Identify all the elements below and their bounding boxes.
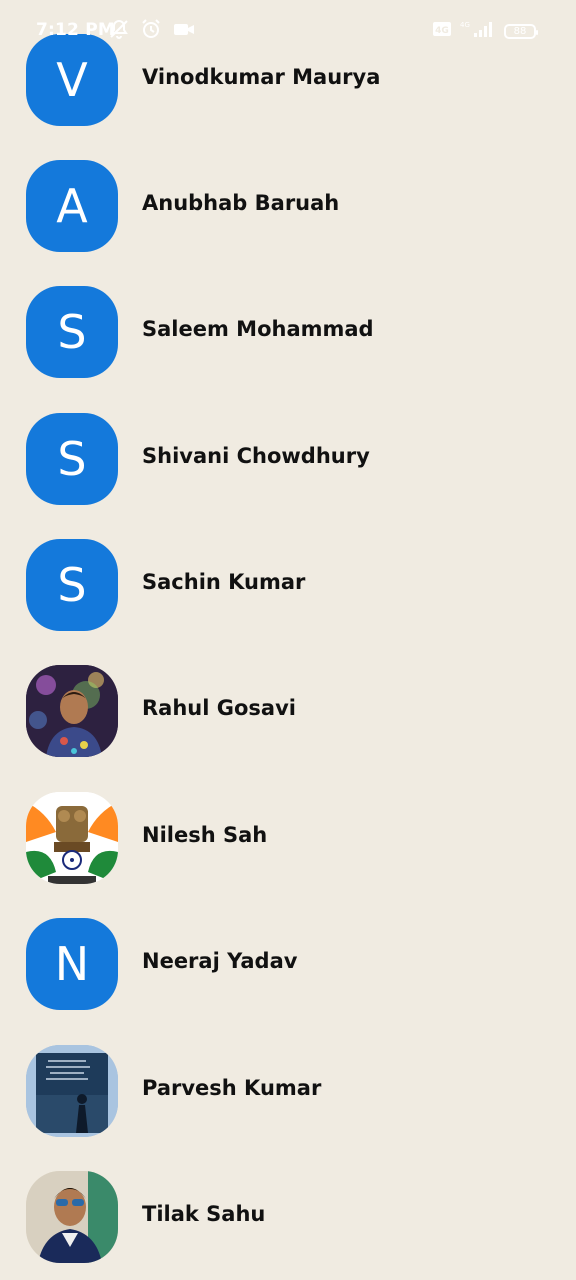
status-right-icons: 4G 4G 88 <box>432 19 538 43</box>
contact-item[interactable]: S Shivani Chowdhury <box>0 413 576 505</box>
avatar-photo[interactable] <box>26 792 118 884</box>
contact-item[interactable]: S Saleem Mohammad <box>0 286 576 378</box>
status-bar: 7:12 PM 4G 4G 88 <box>0 0 576 62</box>
contact-name[interactable]: Tilak Sahu <box>142 1202 265 1226</box>
contact-item[interactable]: Nilesh Sah <box>0 792 576 884</box>
mute-icon <box>108 18 130 44</box>
contact-item[interactable]: A Anubhab Baruah <box>0 160 576 252</box>
contact-name[interactable]: Nilesh Sah <box>142 823 267 847</box>
signal-icon: 4G <box>460 19 496 43</box>
contact-item[interactable]: S Sachin Kumar <box>0 539 576 631</box>
avatar[interactable]: A <box>26 160 118 252</box>
battery-icon: 88 <box>504 23 538 39</box>
avatar-photo[interactable] <box>26 1171 118 1263</box>
contact-item[interactable]: N Neeraj Yadav <box>0 918 576 1010</box>
contact-name[interactable]: Parvesh Kumar <box>142 1076 321 1100</box>
video-icon <box>172 18 196 44</box>
svg-text:4G: 4G <box>460 21 470 29</box>
contact-name[interactable]: Neeraj Yadav <box>142 949 297 973</box>
contact-name[interactable]: Rahul Gosavi <box>142 696 296 720</box>
volte-icon: 4G <box>432 20 452 42</box>
alarm-icon <box>140 18 162 44</box>
contact-item[interactable]: Tilak Sahu <box>0 1171 576 1263</box>
contact-name[interactable]: Saleem Mohammad <box>142 317 374 341</box>
status-time: 7:12 PM <box>36 20 115 40</box>
avatar[interactable]: S <box>26 539 118 631</box>
contact-name[interactable]: Anubhab Baruah <box>142 191 339 215</box>
contact-item[interactable]: Rahul Gosavi <box>0 665 576 757</box>
status-left-icons <box>108 18 196 44</box>
contact-name[interactable]: Vinodkumar Maurya <box>142 65 380 89</box>
avatar-photo[interactable] <box>26 665 118 757</box>
contact-name[interactable]: Shivani Chowdhury <box>142 444 370 468</box>
contact-name[interactable]: Sachin Kumar <box>142 570 305 594</box>
avatar[interactable]: S <box>26 286 118 378</box>
avatar[interactable]: N <box>26 918 118 1010</box>
contact-item[interactable]: Parvesh Kumar <box>0 1045 576 1137</box>
avatar[interactable]: S <box>26 413 118 505</box>
avatar-photo[interactable] <box>26 1045 118 1137</box>
svg-text:4G: 4G <box>435 26 449 36</box>
